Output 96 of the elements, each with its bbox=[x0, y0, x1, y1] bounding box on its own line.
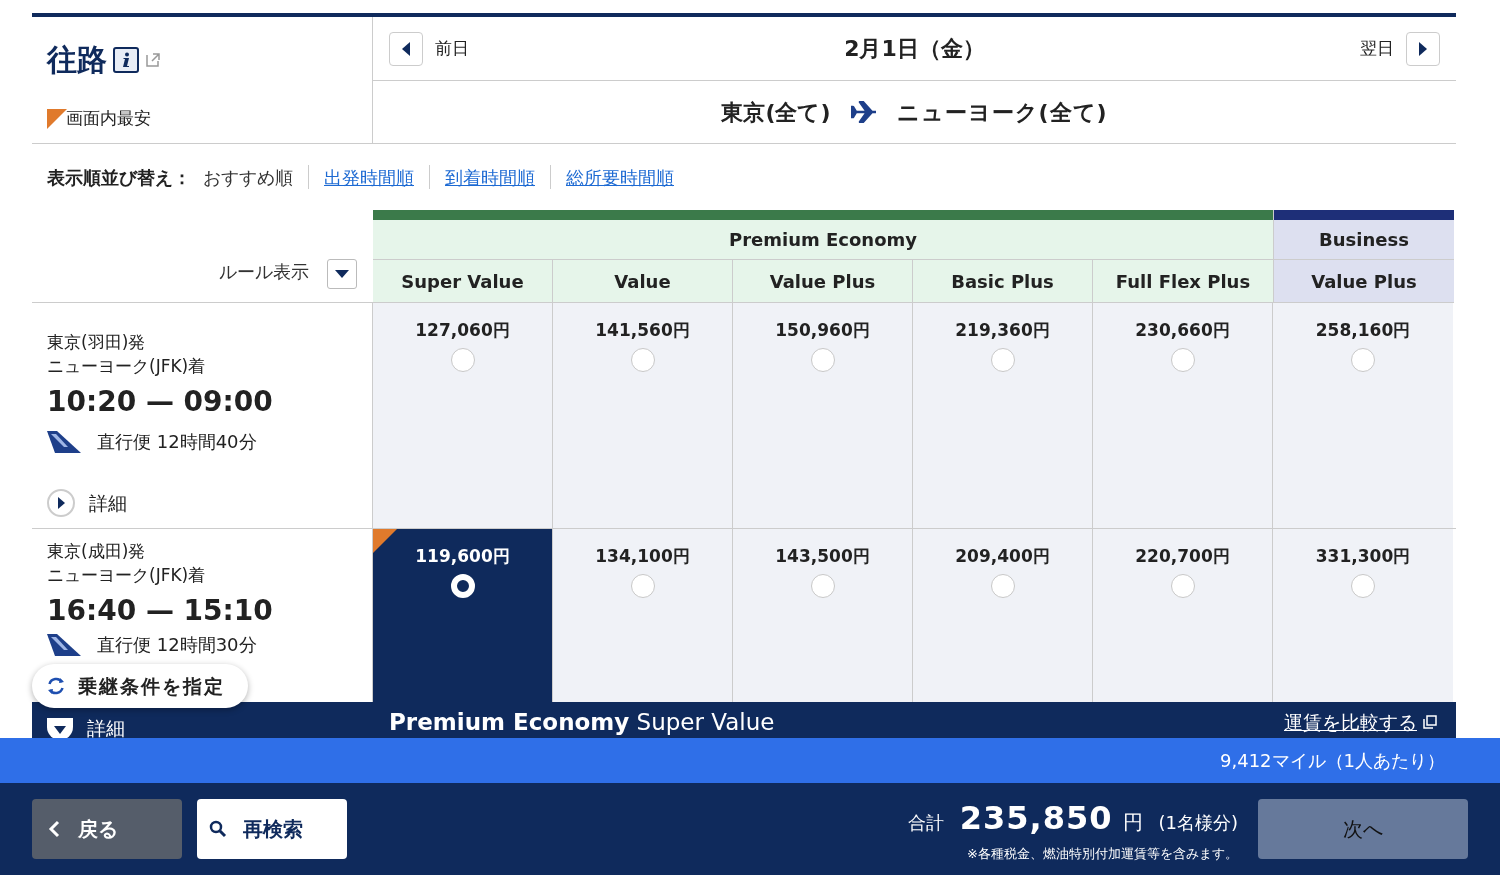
fare-cell[interactable]: 150,960円 bbox=[733, 303, 913, 528]
search-icon bbox=[209, 820, 227, 838]
price-label: 258,160円 bbox=[1315, 319, 1411, 342]
back-button[interactable]: 戻る bbox=[32, 799, 182, 859]
airplane-icon bbox=[850, 101, 877, 123]
radio-button[interactable] bbox=[630, 347, 655, 372]
section-title: 往路 bbox=[47, 41, 107, 79]
price-label: 331,300円 bbox=[1315, 545, 1411, 568]
price-label: 119,600円 bbox=[415, 545, 510, 568]
radio-button[interactable] bbox=[810, 573, 835, 598]
flight-duration: 直行便 12時間40分 bbox=[97, 430, 257, 454]
refresh-icon bbox=[46, 676, 66, 696]
radio-button[interactable] bbox=[1170, 347, 1195, 372]
fare-type-header: Basic Plus bbox=[913, 260, 1093, 303]
fare-cell[interactable]: 220,700円 bbox=[1093, 529, 1273, 702]
destination-label: ニューヨーク(全て) bbox=[896, 98, 1108, 127]
radio-button[interactable] bbox=[450, 347, 475, 372]
fare-cell[interactable]: 258,160円 bbox=[1273, 303, 1453, 528]
cabin-header: Premium Economy bbox=[373, 220, 1273, 260]
fare-cell[interactable]: 127,060円 bbox=[373, 303, 553, 528]
info-icon[interactable] bbox=[113, 46, 139, 73]
date-title: 2月1日（金） bbox=[843, 35, 986, 63]
airline-tail-icon bbox=[47, 633, 81, 656]
currency-label: 円 bbox=[1122, 809, 1143, 837]
sort-option-current[interactable]: おすすめ順 bbox=[203, 163, 293, 191]
fare-title: Premium Economy Super Value bbox=[389, 707, 775, 737]
caret-down-icon bbox=[335, 270, 349, 278]
total-price: 235,850 bbox=[959, 798, 1113, 840]
fare-cell[interactable]: 119,600円 bbox=[373, 529, 553, 702]
departure-label: 東京(成田)発 bbox=[47, 540, 147, 563]
fare-type-header: Value Plus bbox=[733, 260, 913, 303]
fare-cell[interactable]: 209,400円 bbox=[913, 529, 1093, 702]
fare-type-header: Value bbox=[553, 260, 733, 303]
fare-cell[interactable]: 219,360円 bbox=[913, 303, 1093, 528]
fare-type-header: Full Flex Plus bbox=[1093, 260, 1273, 303]
total-label: 合計 bbox=[907, 811, 944, 836]
per-person-label: (1名様分) bbox=[1158, 811, 1238, 836]
price-label: 209,400円 bbox=[955, 545, 1050, 568]
fare-cell[interactable]: 141,560円 bbox=[553, 303, 733, 528]
next-day-button[interactable] bbox=[1406, 31, 1440, 66]
radio-button[interactable] bbox=[630, 573, 655, 598]
radio-button[interactable] bbox=[990, 573, 1015, 598]
transfer-conditions-button[interactable]: 乗継条件を指定 bbox=[32, 664, 248, 708]
price-label: 220,700円 bbox=[1135, 545, 1230, 568]
detail-label[interactable]: 詳細 bbox=[89, 489, 127, 518]
cheapest-marker-icon bbox=[47, 108, 67, 129]
sort-option-link[interactable]: 到着時間順 bbox=[445, 163, 535, 191]
collapse-icon[interactable] bbox=[47, 718, 73, 738]
detail-label[interactable]: 詳細 bbox=[87, 716, 125, 738]
previous-day-label[interactable]: 前日 bbox=[435, 35, 469, 62]
external-window-icon bbox=[1423, 715, 1437, 729]
previous-day-button[interactable] bbox=[389, 31, 423, 66]
compare-fares-link[interactable]: 運賃を比較する bbox=[1284, 707, 1417, 737]
next-day-label[interactable]: 翌日 bbox=[1360, 35, 1394, 62]
caret-left-icon bbox=[402, 41, 410, 56]
fare-cell[interactable]: 230,660円 bbox=[1093, 303, 1273, 528]
departure-label: 東京(羽田)発 bbox=[47, 331, 147, 354]
radio-button[interactable] bbox=[990, 347, 1015, 372]
price-label: 134,100円 bbox=[595, 545, 690, 568]
fare-type-header: Value Plus bbox=[1274, 260, 1454, 303]
price-label: 127,060円 bbox=[415, 319, 510, 342]
fare-cell[interactable]: 134,100円 bbox=[553, 529, 733, 702]
legend-label: 画面内最安 bbox=[66, 107, 151, 130]
cabin-header: Business bbox=[1274, 220, 1454, 260]
flight-times: 10:20 — 09:00 bbox=[47, 384, 274, 420]
tax-note: ※各種税金、燃油特別付加運賃等を含みます。 bbox=[967, 845, 1238, 864]
flight-times: 16:40 — 15:10 bbox=[47, 593, 274, 629]
fare-type-header: Super Value bbox=[373, 260, 553, 303]
sort-option-link[interactable]: 総所要時間順 bbox=[566, 163, 674, 191]
radio-button[interactable] bbox=[1351, 573, 1375, 598]
price-label: 141,560円 bbox=[595, 319, 690, 342]
next-button[interactable]: 次へ bbox=[1258, 799, 1468, 859]
radio-button[interactable] bbox=[1351, 347, 1375, 372]
rule-dropdown-button[interactable] bbox=[327, 259, 357, 289]
price-label: 230,660円 bbox=[1135, 319, 1230, 342]
external-link-icon[interactable] bbox=[145, 51, 161, 68]
radio-button[interactable] bbox=[810, 347, 835, 372]
caret-right-icon bbox=[1419, 41, 1427, 56]
origin-label: 東京(全て) bbox=[721, 98, 831, 127]
price-label: 219,360円 bbox=[955, 319, 1050, 342]
rule-display-label[interactable]: ルール表示 bbox=[219, 258, 309, 285]
search-again-button[interactable]: 再検索 bbox=[197, 799, 347, 859]
expand-icon[interactable] bbox=[47, 489, 75, 518]
arrival-label: ニューヨーク(JFK)着 bbox=[47, 355, 207, 378]
airline-tail-icon bbox=[47, 430, 81, 453]
price-label: 150,960円 bbox=[775, 319, 870, 342]
sort-label: 表示順並び替え： bbox=[47, 165, 191, 190]
fare-cell[interactable]: 143,500円 bbox=[733, 529, 913, 702]
arrival-label: ニューヨーク(JFK)着 bbox=[47, 564, 207, 587]
sort-option-link[interactable]: 出発時間順 bbox=[324, 163, 414, 191]
radio-button[interactable] bbox=[1170, 573, 1195, 598]
price-label: 143,500円 bbox=[775, 545, 870, 568]
chevron-left-icon bbox=[48, 820, 60, 838]
flight-duration: 直行便 12時間30分 bbox=[97, 633, 257, 657]
fare-cell[interactable]: 331,300円 bbox=[1273, 529, 1453, 702]
miles-label: 9,412マイル（1人あたり） bbox=[1220, 749, 1445, 773]
